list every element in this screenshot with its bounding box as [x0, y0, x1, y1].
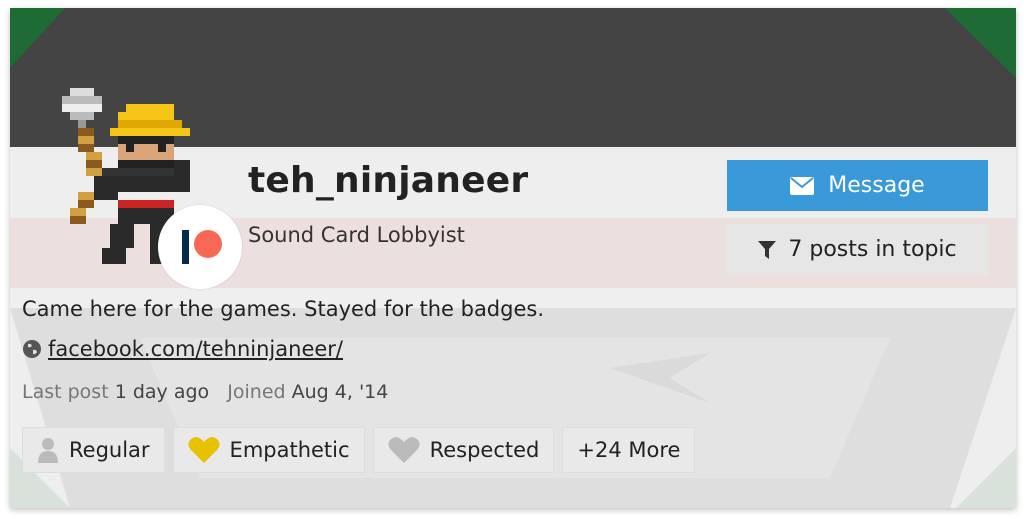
user-title: Sound Card Lobbyist — [248, 223, 465, 247]
last-post-label: Last post — [22, 381, 109, 403]
website-link[interactable]: facebook.com/tehninjaneer/ — [48, 337, 343, 361]
message-button[interactable]: Message — [727, 160, 988, 211]
joined-label: Joined — [227, 381, 286, 403]
patreon-dot — [194, 230, 222, 258]
user-icon — [38, 438, 58, 463]
message-button-label: Message — [828, 173, 925, 198]
user-website: facebook.com/tehninjaneer/ — [22, 337, 343, 361]
badge-label: Regular — [69, 438, 150, 462]
last-post-value: 1 day ago — [114, 381, 210, 403]
user-meta: Last post 1 day ago Joined Aug 4, '14 — [22, 381, 388, 403]
badge-more[interactable]: +24 More — [562, 427, 696, 473]
envelope-icon — [790, 176, 815, 195]
posts-in-topic-button[interactable]: 7 posts in topic — [727, 224, 988, 275]
globe-icon — [23, 340, 41, 358]
joined-value: Aug 4, '14 — [291, 381, 389, 403]
badge-respected[interactable]: Respected — [372, 427, 555, 473]
posts-in-topic-label: 7 posts in topic — [788, 237, 957, 262]
badge-label: Empathetic — [229, 438, 350, 462]
patreon-logo — [158, 205, 242, 289]
badge-list: Regular Empathetic Respected +24 More — [22, 427, 696, 473]
badge-label: Respected — [429, 438, 540, 462]
username[interactable]: teh_ninjaneer — [248, 160, 528, 201]
badge-label: +24 More — [577, 438, 681, 462]
badge-regular[interactable]: Regular — [22, 427, 165, 473]
patreon-bar — [182, 230, 189, 264]
filter-icon — [758, 240, 777, 259]
user-bio: Came here for the games. Stayed for the … — [22, 297, 545, 321]
badge-empathetic[interactable]: Empathetic — [172, 427, 365, 473]
heart-icon — [388, 437, 420, 463]
heart-icon — [188, 437, 220, 463]
